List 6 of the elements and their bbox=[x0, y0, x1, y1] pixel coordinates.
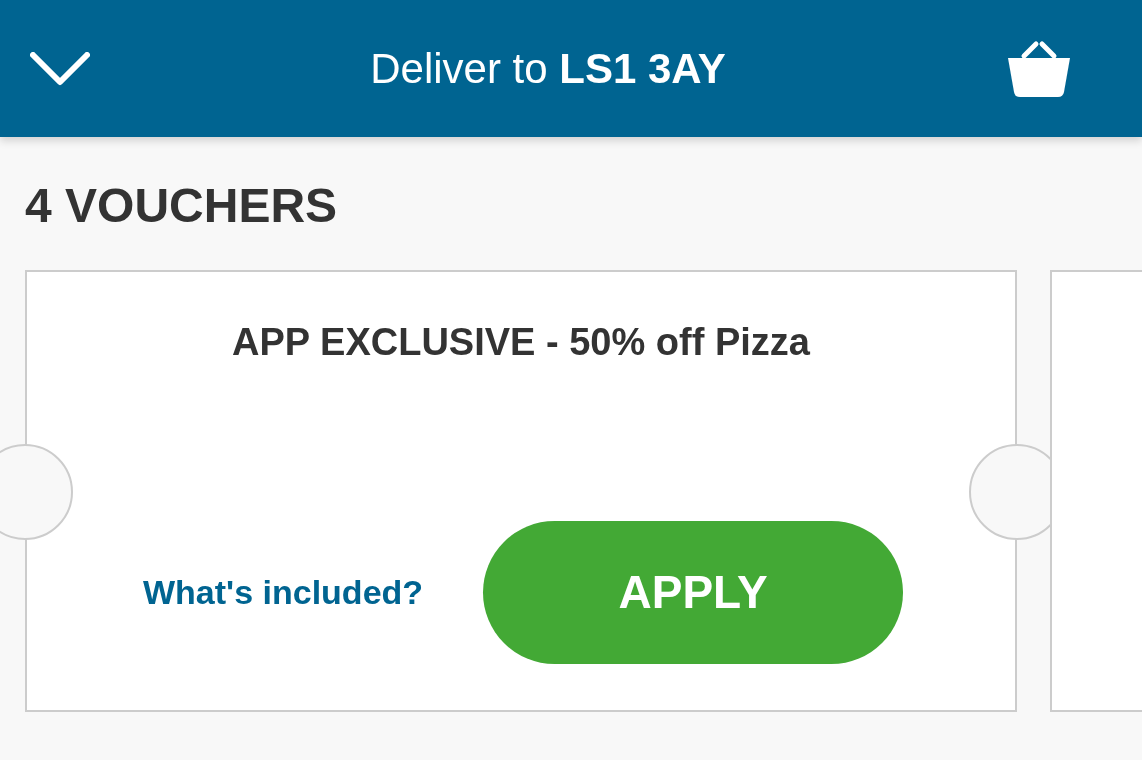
voucher-title: APP EXCLUSIVE - 50% off Pizza bbox=[231, 319, 811, 365]
chevron-down-icon[interactable] bbox=[30, 51, 90, 86]
whats-included-link[interactable]: What's included? bbox=[143, 566, 424, 618]
basket-icon[interactable] bbox=[1006, 39, 1072, 98]
voucher-count-heading: 4 VOUCHERS bbox=[25, 178, 339, 234]
delivery-address-title: Deliver to LS1 3AY bbox=[370, 44, 726, 94]
